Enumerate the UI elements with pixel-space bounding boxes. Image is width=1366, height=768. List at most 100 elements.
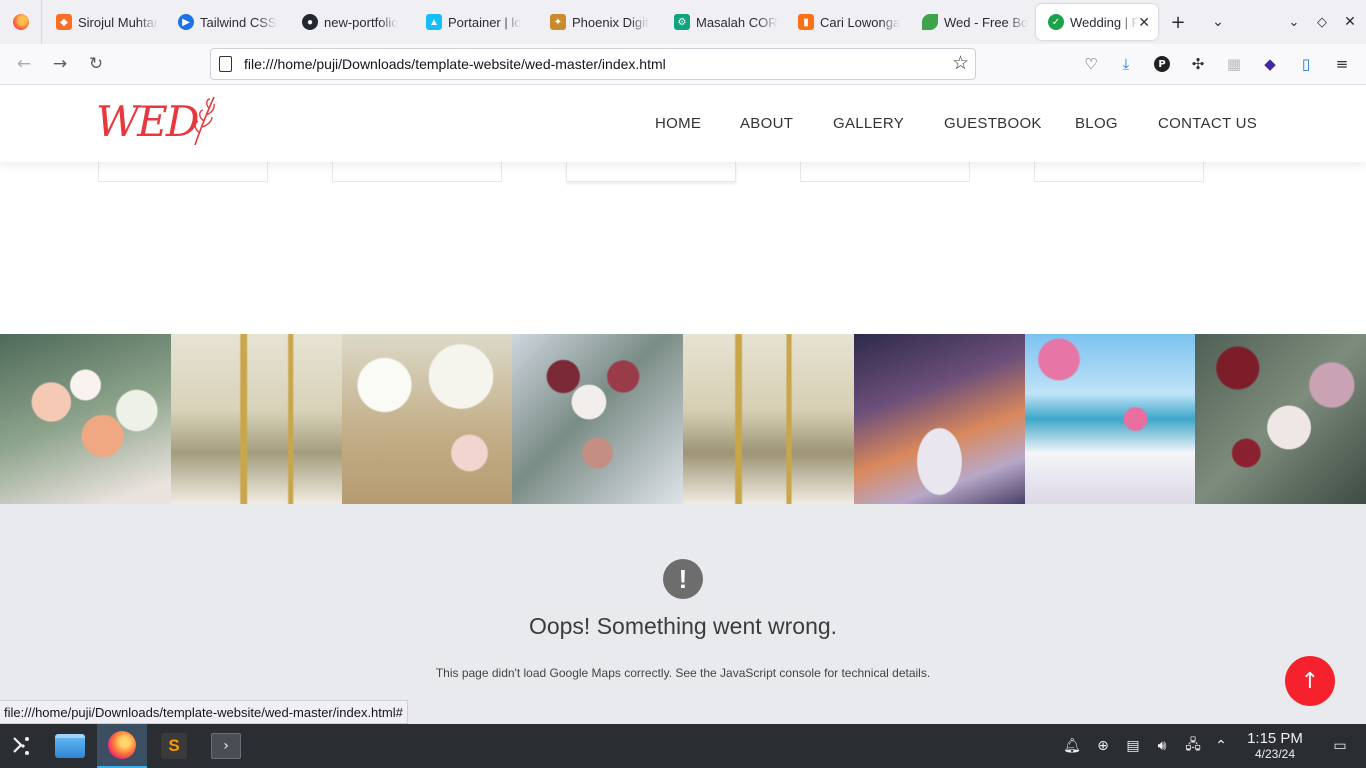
clock-time: 1:15 PM [1247, 730, 1303, 747]
nav-home[interactable]: HOME [655, 115, 701, 132]
leaf-icon [922, 14, 938, 30]
pocket-icon[interactable]: ♡ [1080, 53, 1102, 75]
map-error-title: Oops! Something went wrong. [528, 613, 838, 639]
list-tabs-icon[interactable]: ⌄ [1200, 4, 1236, 40]
site-header: WED HOME ABOUT GALLERY GUESTBOOK BLOG CO… [0, 85, 1366, 162]
new-tab-icon[interactable]: + [1160, 4, 1196, 40]
tab-5[interactable]: ✦ Phoenix Digit [538, 4, 660, 40]
tab-title: Phoenix Digit [572, 14, 649, 30]
tailwind-icon: ▶ [178, 14, 194, 30]
tab-2[interactable]: ▶ Tailwind CSS [166, 4, 288, 40]
browser-nav-bar: ← → ↻ file:///home/puji/Downloads/templa… [0, 44, 1366, 85]
nav-about[interactable]: ABOUT [740, 115, 793, 132]
tab-4[interactable]: ▲ Portainer | lo [414, 4, 536, 40]
baby-breath-jars-image[interactable] [341, 334, 513, 504]
tab-title: Wedding | F [1070, 14, 1138, 30]
gold-candle-table-image[interactable] [683, 334, 854, 504]
glassware-dinner-table-image[interactable] [853, 334, 1025, 504]
browser-tab-bar: ◆ Sirojul Muhtar ▶ Tailwind CSS ● new-po… [0, 0, 1366, 44]
tab-title: Masalah COR [696, 14, 778, 30]
firefox-view-button[interactable] [0, 0, 42, 44]
taskbar-firefox[interactable] [97, 724, 147, 768]
portainer-icon: ▲ [426, 14, 442, 30]
terminal-icon: › [211, 733, 241, 759]
tab-title: Cari Lowonga [820, 14, 901, 30]
notifications-icon[interactable]: 🔔︎ [1062, 736, 1082, 756]
clock-date: 4/23/24 [1254, 747, 1296, 761]
card [566, 162, 736, 182]
extension-p-icon[interactable]: P [1151, 53, 1173, 75]
taskbar-sublime[interactable]: S [149, 724, 199, 768]
chatgpt-icon: ⚙ [674, 14, 690, 30]
tab-title: Portainer | lo [448, 14, 522, 30]
logo-leaf-icon [194, 96, 215, 146]
nav-blog[interactable]: BLOG [1075, 115, 1118, 132]
extension-diamond-icon[interactable]: ◆ [1259, 53, 1281, 75]
back-icon[interactable]: ← [10, 50, 38, 78]
tab-title: Wed - Free Bo [944, 14, 1029, 30]
gitlab-icon: ◆ [56, 14, 72, 30]
nav-contact[interactable]: CONTACT US [1158, 115, 1257, 132]
tab-title: Sirojul Muhtar [78, 14, 159, 30]
nav-gallery[interactable]: GALLERY [833, 115, 904, 132]
desktop-taskbar: S › 🔔︎ ⊕ ▤ 🔊︎ 🖧︎ ⌃ 1:15 PM 4/23/24 ▭ [0, 724, 1366, 768]
url-bar[interactable]: file:///home/puji/Downloads/template-web… [210, 48, 976, 80]
volume-icon[interactable]: 🔊︎ [1152, 736, 1172, 756]
clipboard-icon[interactable]: ▤ [1123, 736, 1143, 756]
update-icon[interactable]: ⊕ [1093, 736, 1113, 756]
check-icon: ✓ [1048, 14, 1064, 30]
folder-icon [55, 734, 85, 758]
taskbar-files[interactable] [45, 724, 95, 768]
page-viewport: WED HOME ABOUT GALLERY GUESTBOOK BLOG CO… [0, 85, 1366, 724]
page-icon [219, 56, 232, 72]
tab-title: Tailwind CSS [200, 14, 277, 30]
url-text[interactable]: file:///home/puji/Downloads/template-web… [244, 56, 666, 72]
firefox-icon [12, 14, 29, 30]
close-tab-icon[interactable]: ✕ [1138, 14, 1150, 31]
github-icon: ● [302, 14, 318, 30]
link-status-bar: file:///home/puji/Downloads/template-web… [0, 700, 408, 724]
nav-guestbook[interactable]: GUESTBOOK [944, 115, 1042, 132]
tab-6[interactable]: ⚙ Masalah COR [662, 4, 784, 40]
page-icon: ▮ [798, 14, 814, 30]
card [98, 162, 268, 182]
tab-7[interactable]: ▮ Cari Lowonga [786, 4, 908, 40]
taskbar-terminal[interactable]: › [201, 724, 251, 768]
instagram-gallery [0, 334, 1366, 504]
show-desktop-icon[interactable]: ▭ [1330, 736, 1350, 756]
app-launcher-button[interactable] [0, 724, 44, 768]
sublime-text-icon: S [161, 733, 187, 759]
tab-3[interactable]: ● new-portfolio [290, 4, 412, 40]
beach-wedding-arch-image[interactable] [1024, 334, 1196, 504]
close-window-icon[interactable]: ✕ [1332, 4, 1366, 40]
google-map-container[interactable]: ! Oops! Something went wrong. This page … [0, 504, 1366, 724]
download-icon[interactable]: ⤓ [1115, 53, 1137, 75]
system-clock[interactable]: 1:15 PM 4/23/24 [1238, 730, 1312, 761]
gold-candle-table-image[interactable] [170, 334, 342, 504]
peach-flower-box-image[interactable] [0, 334, 171, 504]
map-error-message: This page didn't load Google Maps correc… [435, 666, 931, 680]
bridal-bouquet-image[interactable] [512, 334, 683, 504]
error-icon: ! [663, 559, 703, 599]
site-logo[interactable]: WED [96, 97, 200, 146]
app-menu-icon[interactable]: ≡ [1331, 53, 1353, 75]
forward-icon[interactable]: → [46, 50, 74, 78]
extensions-puzzle-icon[interactable]: ✣ [1187, 53, 1209, 75]
tab-active[interactable]: ✓ Wedding | F ✕ [1036, 4, 1158, 40]
firefox-icon [108, 731, 136, 759]
network-icon[interactable]: 🖧︎ [1183, 736, 1203, 756]
extension-grid-icon[interactable]: ▦ [1223, 53, 1245, 75]
card [1034, 162, 1204, 182]
tab-8[interactable]: Wed - Free Bo [910, 4, 1032, 40]
card-row [0, 162, 1366, 184]
tab-1[interactable]: ◆ Sirojul Muhtar [44, 4, 164, 40]
reload-icon[interactable]: ↻ [82, 50, 110, 78]
bookmark-star-icon[interactable]: ☆ [952, 52, 969, 74]
scroll-to-top-button[interactable]: ↑ [1285, 656, 1335, 706]
extension-sidebar-icon[interactable]: ▯ [1295, 53, 1317, 75]
rose-bouquet-image[interactable] [1195, 334, 1366, 504]
tray-expand-icon[interactable]: ⌃ [1211, 736, 1231, 756]
launcher-icon [13, 737, 29, 755]
card [332, 162, 502, 182]
phoenix-icon: ✦ [550, 14, 566, 30]
